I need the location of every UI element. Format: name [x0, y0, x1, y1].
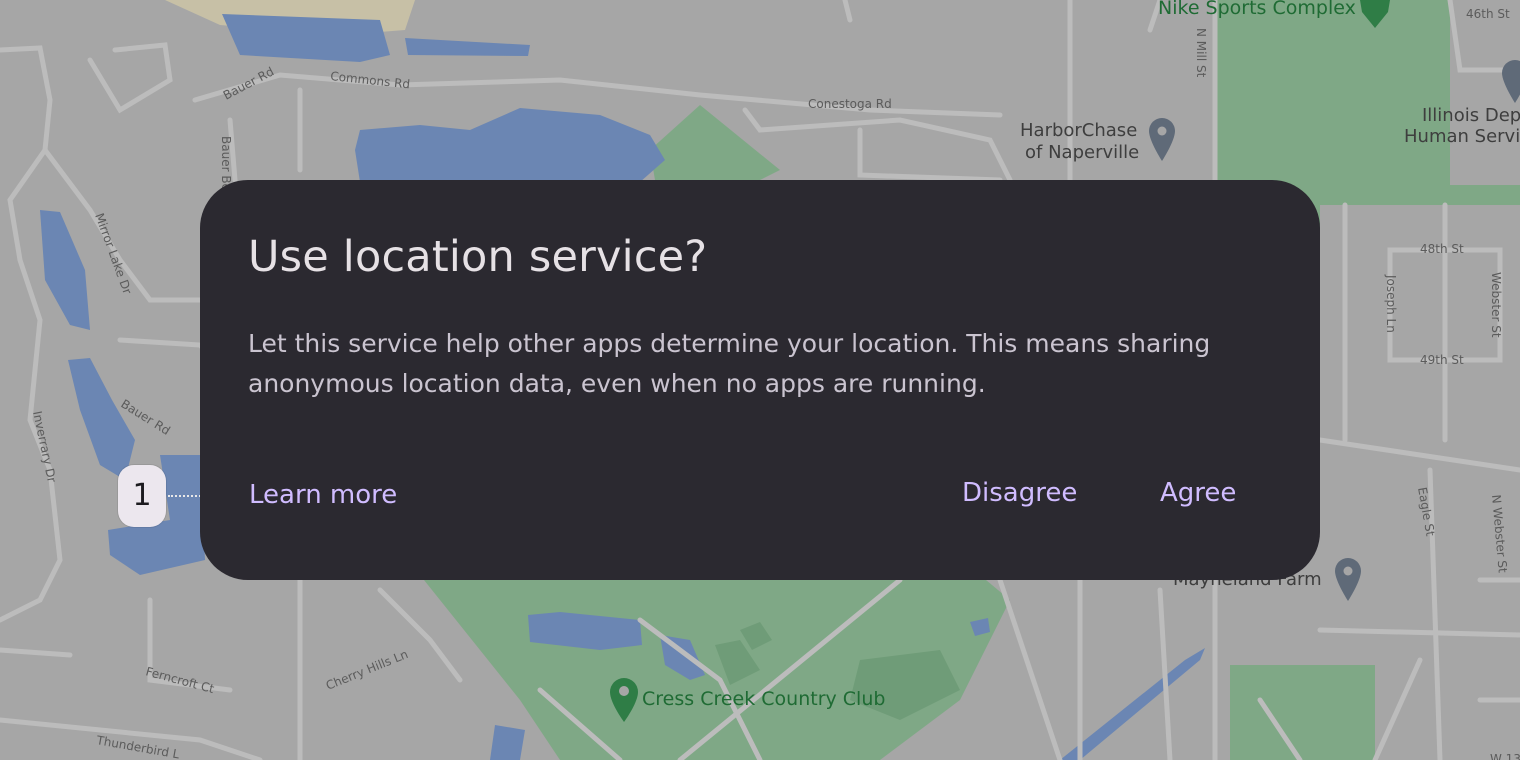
place-label-illinois: Illinois Dep	[1422, 105, 1520, 126]
disagree-button[interactable]: Disagree	[962, 476, 1077, 510]
street-label: 46th St	[1466, 7, 1510, 21]
learn-more-button[interactable]: Learn more	[249, 478, 397, 512]
street-label: N Mill St	[1194, 28, 1208, 78]
place-label-harborchase-2: of Naperville	[1025, 142, 1139, 163]
place-label-illinois-2: Human Servi	[1404, 126, 1520, 147]
place-label-harborchase: HarborChase	[1020, 120, 1137, 141]
street-label: 48th St	[1420, 242, 1464, 256]
screen: Nike Sports Complex HarborChase of Naper…	[0, 0, 1520, 760]
dialog-title: Use location service?	[248, 232, 708, 282]
agree-button[interactable]: Agree	[1160, 476, 1236, 510]
street-label: 49th St	[1420, 353, 1464, 367]
street-label: Webster St	[1489, 272, 1503, 338]
place-label-cress-creek: Cress Creek Country Club	[642, 688, 885, 710]
place-label-nike: Nike Sports Complex	[1158, 0, 1356, 19]
street-label: Conestoga Rd	[808, 97, 892, 111]
dialog-body: Let this service help other apps determi…	[248, 329, 1211, 398]
annotation-marker: 1	[118, 465, 166, 527]
street-label: W 13	[1490, 752, 1520, 760]
annotation-marker-number: 1	[132, 478, 152, 513]
street-label: Joseph Ln	[1384, 274, 1398, 333]
location-permission-dialog: Use location service? Let this service h…	[200, 180, 1320, 580]
